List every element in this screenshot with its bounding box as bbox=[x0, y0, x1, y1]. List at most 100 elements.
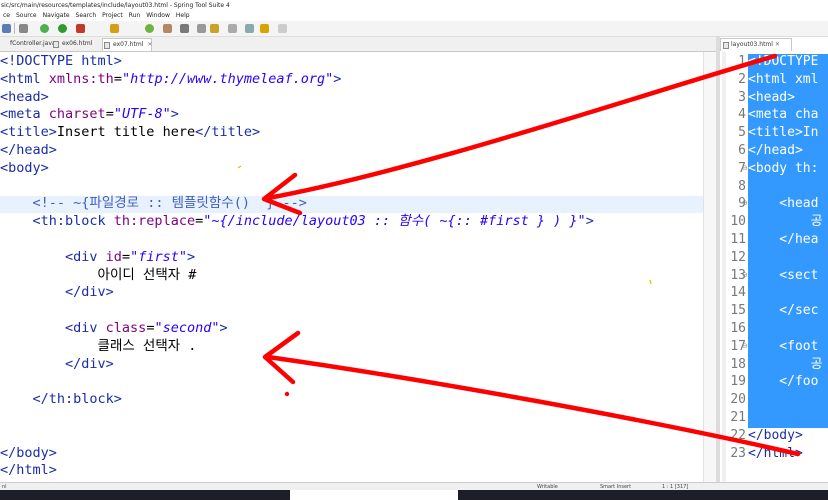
vertical-scrollbar[interactable] bbox=[703, 52, 717, 482]
menu-item[interactable]: Source bbox=[13, 11, 40, 21]
code-line[interactable]: </foo bbox=[748, 373, 818, 391]
secondary-editor[interactable]: layout03.html ✕ 1 2 3 4 5 6 7 8 9 10 11 12 13 14 15 16 1… bbox=[720, 37, 828, 482]
code-token: id bbox=[105, 248, 122, 265]
code-line[interactable]: <!DOCTYPE bbox=[748, 53, 818, 71]
line-number: 23 bbox=[730, 445, 746, 461]
code-line[interactable]: <meta cha bbox=[748, 106, 818, 124]
code-line[interactable]: 아이디 선택자 # bbox=[0, 267, 197, 285]
code-line[interactable]: <head> bbox=[748, 89, 795, 107]
code-line[interactable]: 공 bbox=[748, 356, 823, 374]
code-line[interactable]: <meta charset="UTF-8"> bbox=[0, 106, 179, 124]
code-token: class bbox=[105, 320, 147, 336]
forward-icon[interactable] bbox=[278, 24, 287, 33]
code-token: > bbox=[333, 70, 342, 87]
menu-item[interactable]: Project bbox=[99, 11, 126, 21]
code-line[interactable]: </html> bbox=[748, 445, 803, 463]
marker-icon[interactable] bbox=[228, 24, 237, 33]
fold-toggle-icon[interactable]: ⊖ bbox=[742, 342, 748, 350]
tab-ex06[interactable]: ex06.html bbox=[52, 38, 107, 50]
code-line[interactable]: <html xml bbox=[748, 71, 818, 89]
code-line[interactable]: </th:block> bbox=[0, 391, 122, 409]
line-number: 6 bbox=[738, 143, 746, 158]
code-line[interactable]: <body> bbox=[0, 160, 49, 178]
fold-toggle-icon[interactable]: ⊖ bbox=[742, 199, 748, 207]
code-token: 클래스 선택자 . bbox=[0, 337, 197, 354]
code-line[interactable]: <th:block th:replace="~{/include/layout0… bbox=[0, 213, 594, 231]
close-icon[interactable]: ✕ bbox=[775, 41, 780, 48]
search-icon[interactable] bbox=[180, 24, 189, 33]
code-token: </title> bbox=[195, 124, 261, 141]
menu-item[interactable]: Window bbox=[143, 11, 173, 21]
close-icon[interactable]: ✕ bbox=[147, 41, 152, 48]
menu-item[interactable]: Help bbox=[173, 11, 193, 21]
code-token: <head> bbox=[0, 88, 49, 105]
code-token: </head> bbox=[0, 142, 57, 158]
code-line[interactable]: <title>In bbox=[748, 124, 818, 142]
next-annotation-icon[interactable] bbox=[245, 24, 254, 33]
new-wizard-icon[interactable] bbox=[110, 24, 119, 33]
back-icon[interactable] bbox=[260, 24, 269, 33]
code-line[interactable]: <!-- ~{파일경로 :: 템플릿함수() } --> bbox=[0, 195, 307, 213]
new-icon[interactable] bbox=[19, 24, 28, 33]
code-line[interactable]: 공 bbox=[748, 213, 823, 231]
code-line[interactable]: </head> bbox=[748, 142, 803, 160]
tab-label: ex06.html bbox=[62, 40, 93, 47]
menu-item[interactable]: Navigate bbox=[40, 11, 73, 21]
code-line[interactable]: <head> bbox=[0, 89, 49, 107]
code-line[interactable]: </body> bbox=[0, 445, 57, 463]
line-number: 12 bbox=[730, 249, 746, 265]
line-number: 10 bbox=[730, 214, 746, 230]
code-token: > bbox=[219, 320, 228, 336]
line-number: 14 bbox=[730, 285, 746, 301]
open-type-icon[interactable] bbox=[163, 24, 172, 33]
code-line[interactable]: </div> bbox=[0, 284, 114, 302]
save-icon[interactable] bbox=[2, 24, 11, 33]
menu-item[interactable]: Run bbox=[126, 11, 144, 21]
editor-tab-bar: fController.java ex06.html ex07.html ✕ bbox=[0, 37, 716, 52]
tab-label: layout03.html bbox=[731, 41, 773, 48]
line-number: 2 bbox=[738, 71, 746, 87]
code-line[interactable]: </hea bbox=[748, 231, 818, 249]
code-token: <title> bbox=[0, 124, 57, 141]
code-line[interactable]: </head> bbox=[0, 142, 57, 160]
main-toolbar bbox=[0, 21, 828, 37]
tab-ex07[interactable]: ex07.html ✕ bbox=[102, 38, 152, 51]
line-number: 3 bbox=[738, 89, 746, 105]
fold-toggle-icon[interactable]: ⊖ bbox=[742, 271, 748, 279]
menu-item[interactable]: Search bbox=[73, 11, 100, 21]
code-line[interactable]: <html xmlns:th="http://www.thymeleaf.org… bbox=[0, 71, 341, 89]
tab-fcontroller[interactable]: fController.java bbox=[0, 38, 56, 50]
spring-icon[interactable] bbox=[145, 24, 154, 33]
code-line[interactable]: <div class="second"> bbox=[0, 320, 228, 338]
code-line[interactable]: </div> bbox=[0, 356, 114, 374]
taskbar-window-preview bbox=[290, 490, 458, 500]
code-line[interactable]: <title>Insert title here</title> bbox=[0, 124, 260, 142]
code-line[interactable]: <sect bbox=[748, 267, 818, 285]
code-line[interactable]: <!DOCTYPE html> bbox=[0, 53, 122, 71]
code-line[interactable]: <foot bbox=[748, 338, 818, 356]
code-line[interactable]: <div id="first"> bbox=[0, 249, 195, 267]
code-line[interactable]: </html> bbox=[0, 462, 57, 480]
menu-item[interactable]: ce bbox=[0, 11, 13, 21]
code-token: <!DOCTYPE html> bbox=[0, 53, 122, 69]
code-line[interactable]: <body th: bbox=[748, 160, 818, 178]
server-icon[interactable] bbox=[76, 24, 85, 33]
fold-toggle-icon[interactable]: ⊖ bbox=[742, 164, 748, 172]
code-token: "UTF-8" bbox=[113, 106, 171, 123]
pencil-icon[interactable] bbox=[210, 24, 219, 33]
annotation-icon[interactable] bbox=[197, 24, 206, 33]
code-line[interactable]: 클래스 선택자 . bbox=[0, 337, 197, 356]
code-token: </th:block> bbox=[0, 391, 122, 408]
run-icon[interactable] bbox=[58, 24, 67, 33]
html-file-icon bbox=[53, 41, 59, 48]
code-token: = bbox=[113, 70, 122, 87]
tab-layout03[interactable]: layout03.html ✕ bbox=[720, 38, 792, 51]
code-line[interactable]: </body> bbox=[748, 427, 803, 445]
window-title: sic/src/main/resources/templates/include… bbox=[1, 2, 230, 9]
code-line[interactable]: <head bbox=[748, 195, 818, 213]
debug-icon[interactable] bbox=[40, 24, 49, 33]
code-token: > bbox=[186, 248, 196, 265]
code-editor[interactable]: <!DOCTYPE html> <html xmlns:th="http://ww… bbox=[0, 52, 703, 482]
line-number: 22 bbox=[730, 427, 746, 443]
code-line[interactable]: </sec bbox=[748, 302, 818, 320]
